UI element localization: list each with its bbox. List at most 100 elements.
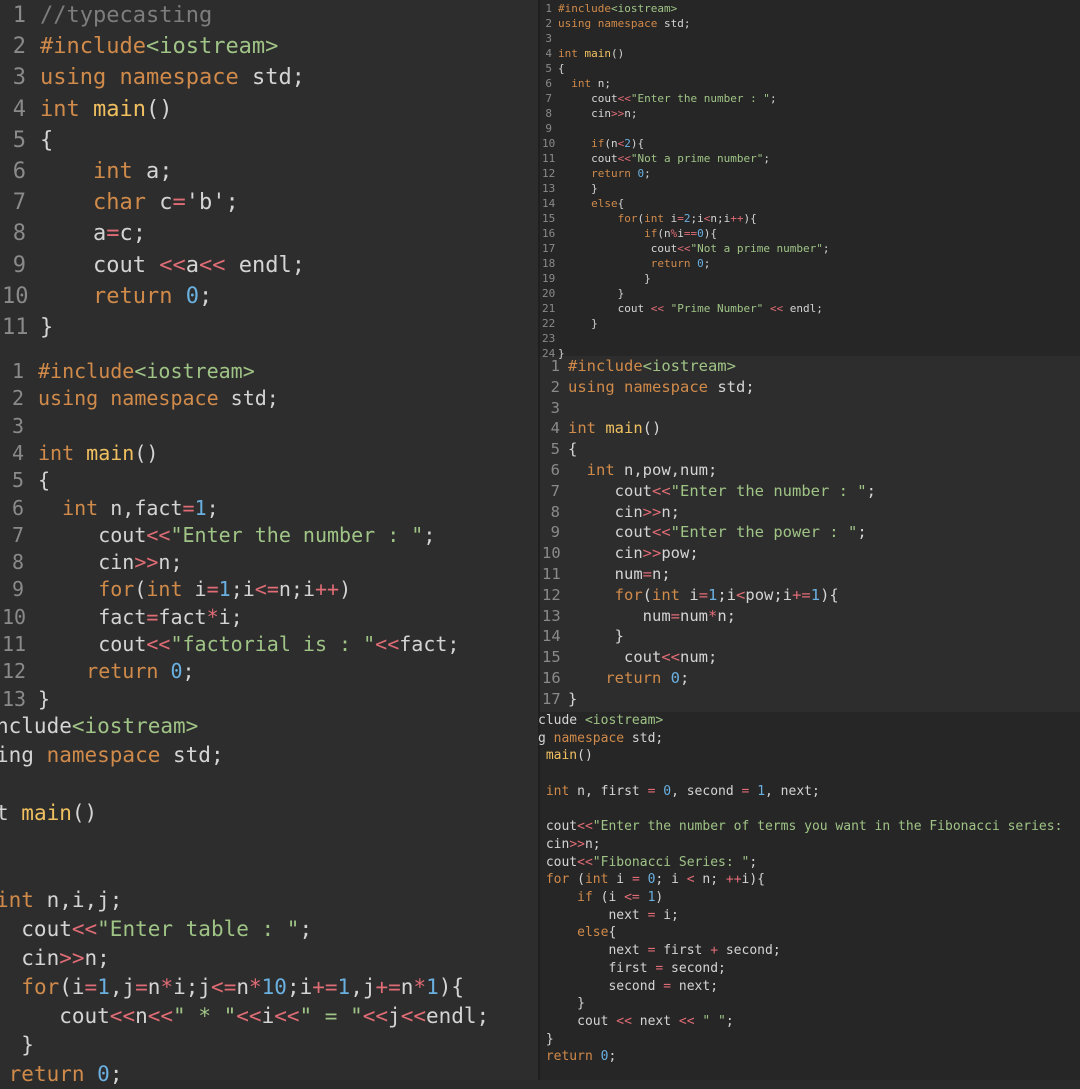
code-line: 8 cin>>n;: [540, 502, 1078, 523]
code-line: 10 return 0;: [0, 281, 538, 312]
code-text: first = second;: [538, 960, 726, 976]
line-number: 10: [2, 604, 27, 629]
line-number: 1: [11, 359, 24, 383]
code-line: }: [540, 995, 1078, 1013]
code-text: cout << "Prime Number" << endl;: [558, 302, 823, 315]
line-number: 16: [542, 669, 561, 687]
code-line: cout<<n<<" * "<<i<<" = "<<j<<endl;: [0, 1002, 538, 1031]
line-number: 7: [545, 92, 552, 105]
code-text: cout<<"Enter the number : ";: [38, 522, 436, 547]
code-line: clude <iostream>: [538, 712, 1078, 730]
code-line: 15 cout<<num;: [540, 647, 1078, 668]
code-line: 7 char c='b';: [0, 187, 538, 218]
code-text: }: [558, 272, 651, 285]
code-text: for(int i=2;i<n;i++){: [617, 212, 757, 225]
code-line: 1 //typecasting: [0, 0, 538, 31]
line-number: 4: [12, 96, 26, 122]
code-text: cin>>n;: [0, 946, 110, 970]
code-text: #include<iostream>: [38, 359, 255, 383]
code-line: 4 int main(): [540, 46, 1078, 61]
line-number: 4: [11, 440, 24, 465]
code-text: //typecasting: [40, 3, 213, 28]
line-number: 2: [550, 377, 560, 396]
line-number: 11: [2, 315, 29, 340]
code-text: ing namespace std;: [0, 743, 224, 767]
code-line: 12 for(int i=1;i<pow;i+=1){: [540, 585, 1078, 606]
line-number: 3: [11, 413, 24, 438]
code-line: 3: [0, 413, 538, 440]
code-text: cin>>n;: [568, 502, 680, 521]
code-line: 4 int main(): [0, 440, 538, 467]
code-line: cout<<"Fibonacci Series: ";: [540, 854, 1078, 872]
code-line: g namespace std;: [538, 730, 1078, 748]
code-line: int n,i,j;: [0, 886, 538, 915]
code-line: 9 cout<<"Enter the power : ";: [540, 522, 1078, 543]
code-text: }: [538, 996, 585, 1012]
code-text: cout<<"Enter the number of terms you wan…: [538, 819, 1071, 835]
code-text: for(i=1,j=n*i;j<=n*10;i+=1,j+=n*1){: [21, 975, 465, 999]
code-line: 4 int main(): [540, 418, 1078, 439]
line-number: 15: [542, 212, 556, 225]
line-number: 22: [542, 317, 556, 330]
line-number: 2: [12, 34, 26, 60]
code-line: 12 return 0;: [540, 166, 1078, 181]
line-number: 3: [12, 65, 26, 91]
line-number: 7: [12, 190, 26, 216]
code-line: 11 cout<<"factorial is : "<<fact;: [0, 631, 538, 658]
code-line: 10 fact=fact*i;: [0, 604, 538, 631]
code-text: #include<iostream>: [40, 34, 279, 60]
code-text: using namespace std;: [38, 386, 279, 411]
code-line: 13 num=num*n;: [540, 606, 1078, 627]
code-text: return 0;: [545, 1049, 617, 1065]
code-text: cout<<n<<" * "<<i<<" = "<<j<<endl;: [0, 1004, 490, 1028]
code-line: main(): [540, 747, 1078, 765]
code-line: 16 return 0;: [540, 668, 1078, 689]
code-line: 6 int n;: [540, 76, 1078, 91]
line-number: 13: [542, 606, 561, 625]
code-line: first = second;: [540, 960, 1078, 978]
code-text: int main(): [568, 419, 662, 438]
code-line: else{: [540, 924, 1078, 942]
line-number: 7: [550, 481, 560, 500]
code-line: 8 a=c;: [0, 218, 538, 249]
code-line: 23: [540, 331, 1078, 346]
code-text: #include<iostream>: [558, 2, 678, 15]
code-text: second = next;: [538, 978, 719, 994]
line-number: 10: [542, 137, 556, 150]
code-line: second = next;: [540, 978, 1078, 996]
code-text: int n,fact=1;: [62, 495, 219, 520]
line-number: 9: [11, 577, 24, 602]
line-number: 12: [2, 659, 27, 684]
code-line: 5{: [540, 61, 1078, 76]
code-line: 8 cin>>n;: [540, 106, 1078, 121]
code-line: cout<<"Enter the number of terms you wan…: [540, 818, 1078, 836]
line-number: 5: [12, 127, 26, 153]
line-number: 2: [11, 386, 24, 411]
line-number: 8: [12, 221, 26, 247]
code-text: }: [558, 317, 598, 330]
code-text: using namespace std;: [40, 65, 305, 91]
code-line: 9 cout <<a<< endl;: [0, 250, 538, 281]
code-text: int main(): [40, 96, 173, 122]
code-line: 17 cout<<"Not a prime number";: [540, 241, 1078, 256]
code-text: int main(): [38, 440, 159, 465]
code-line: 13 }: [540, 181, 1078, 196]
code-line: 11}: [0, 312, 538, 343]
code-text: cout<<"Enter the number : ";: [568, 481, 876, 500]
line-number: 23: [542, 332, 556, 345]
line-number: 3: [545, 32, 552, 45]
code-text: return 0;: [591, 167, 651, 180]
line-number: 21: [542, 302, 556, 315]
line-number: 5: [11, 468, 24, 493]
code-line: 2 using namespace std;: [0, 385, 538, 412]
code-line: 4 int main(): [0, 94, 538, 125]
code-line: 6 int n,pow,num;: [540, 460, 1078, 481]
code-text: num=n;: [568, 565, 671, 583]
code-text: cout << next << " ";: [538, 1013, 734, 1029]
line-number: 14: [542, 627, 561, 646]
code-line: 20 }: [540, 286, 1078, 301]
